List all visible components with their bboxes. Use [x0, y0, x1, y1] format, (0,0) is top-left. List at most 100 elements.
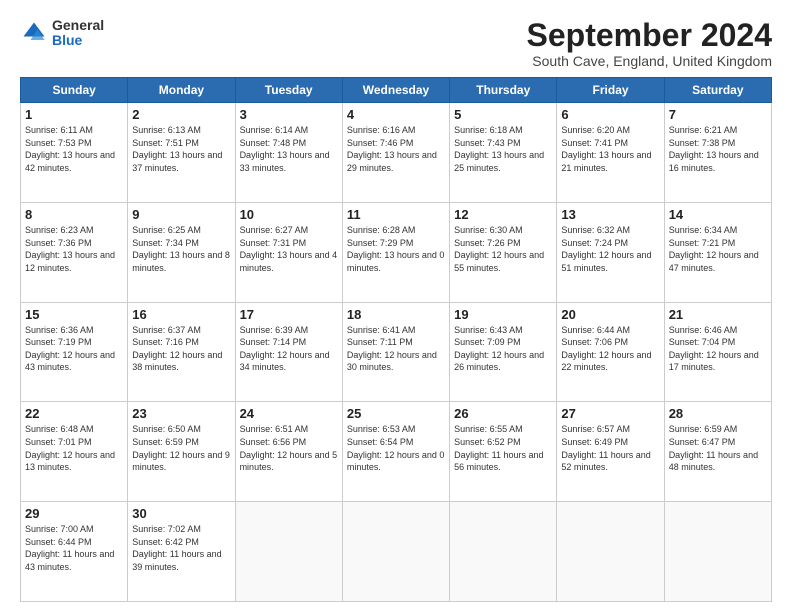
day-number: 24 [240, 406, 338, 421]
day-cell: 10 Sunrise: 6:27 AM Sunset: 7:31 PM Dayli… [235, 202, 342, 302]
day-number: 20 [561, 307, 659, 322]
day-info: Sunrise: 6:37 AM Sunset: 7:16 PM Dayligh… [132, 324, 230, 374]
day-number: 29 [25, 506, 123, 521]
week-row-5: 29Sunrise: 7:00 AM Sunset: 6:44 PM Dayli… [21, 502, 772, 602]
weekday-header-row: Sunday Monday Tuesday Wednesday Thursday… [21, 78, 772, 103]
day-cell: 13 Sunrise: 6:32 AM Sunset: 7:24 PM Dayli… [557, 202, 664, 302]
day-cell [450, 502, 557, 602]
day-info: Sunrise: 6:20 AM Sunset: 7:41 PM Dayligh… [561, 124, 659, 174]
header-sunday: Sunday [21, 78, 128, 103]
day-cell: 3 Sunrise: 6:14 AM Sunset: 7:48 PM Daylig… [235, 103, 342, 203]
day-number: 13 [561, 207, 659, 222]
day-cell: 26 Sunrise: 6:55 AM Sunset: 6:52 PM Dayli… [450, 402, 557, 502]
day-number: 2 [132, 107, 230, 122]
day-info: Sunrise: 6:23 AM Sunset: 7:36 PM Dayligh… [25, 224, 123, 274]
header-tuesday: Tuesday [235, 78, 342, 103]
header: General Blue September 2024 South Cave, … [20, 18, 772, 69]
day-cell: 21 Sunrise: 6:46 AM Sunset: 7:04 PM Dayli… [664, 302, 771, 402]
day-number: 10 [240, 207, 338, 222]
day-info: Sunrise: 6:46 AM Sunset: 7:04 PM Dayligh… [669, 324, 767, 374]
day-cell [664, 502, 771, 602]
day-info: Sunrise: 6:51 AM Sunset: 6:56 PM Dayligh… [240, 423, 338, 473]
day-cell: 8 Sunrise: 6:23 AM Sunset: 7:36 PM Daylig… [21, 202, 128, 302]
day-info: Sunrise: 6:50 AM Sunset: 6:59 PM Dayligh… [132, 423, 230, 473]
day-number: 19 [454, 307, 552, 322]
day-cell: 2 Sunrise: 6:13 AM Sunset: 7:51 PM Daylig… [128, 103, 235, 203]
day-info: Sunrise: 6:13 AM Sunset: 7:51 PM Dayligh… [132, 124, 230, 174]
day-info: Sunrise: 6:48 AM Sunset: 7:01 PM Dayligh… [25, 423, 123, 473]
day-cell: 14Sunrise: 6:34 AM Sunset: 7:21 PM Dayli… [664, 202, 771, 302]
day-cell: 23Sunrise: 6:50 AM Sunset: 6:59 PM Dayli… [128, 402, 235, 502]
day-cell [557, 502, 664, 602]
location-subtitle: South Cave, England, United Kingdom [527, 53, 772, 69]
day-cell: 27 Sunrise: 6:57 AM Sunset: 6:49 PM Dayli… [557, 402, 664, 502]
day-cell: 16 Sunrise: 6:37 AM Sunset: 7:16 PM Dayli… [128, 302, 235, 402]
day-number: 25 [347, 406, 445, 421]
day-cell: 4Sunrise: 6:16 AM Sunset: 7:46 PM Daylig… [342, 103, 449, 203]
header-saturday: Saturday [664, 78, 771, 103]
week-row-1: 1 Sunrise: 6:11 AM Sunset: 7:53 PM Daylig… [21, 103, 772, 203]
day-number: 9 [132, 207, 230, 222]
day-number: 28 [669, 406, 767, 421]
day-number: 7 [669, 107, 767, 122]
day-cell: 19 Sunrise: 6:43 AM Sunset: 7:09 PM Dayli… [450, 302, 557, 402]
header-thursday: Thursday [450, 78, 557, 103]
day-cell [342, 502, 449, 602]
day-info: Sunrise: 6:44 AM Sunset: 7:06 PM Dayligh… [561, 324, 659, 374]
month-title: September 2024 [527, 18, 772, 53]
day-number: 3 [240, 107, 338, 122]
page: General Blue September 2024 South Cave, … [0, 0, 792, 612]
day-cell: 18Sunrise: 6:41 AM Sunset: 7:11 PM Dayli… [342, 302, 449, 402]
day-cell: 17Sunrise: 6:39 AM Sunset: 7:14 PM Dayli… [235, 302, 342, 402]
day-info: Sunrise: 6:32 AM Sunset: 7:24 PM Dayligh… [561, 224, 659, 274]
header-wednesday: Wednesday [342, 78, 449, 103]
day-info: Sunrise: 6:36 AM Sunset: 7:19 PM Dayligh… [25, 324, 123, 374]
day-info: Sunrise: 6:59 AM Sunset: 6:47 PM Dayligh… [669, 423, 767, 473]
day-number: 27 [561, 406, 659, 421]
day-info: Sunrise: 6:53 AM Sunset: 6:54 PM Dayligh… [347, 423, 445, 473]
week-row-2: 8 Sunrise: 6:23 AM Sunset: 7:36 PM Daylig… [21, 202, 772, 302]
day-info: Sunrise: 6:55 AM Sunset: 6:52 PM Dayligh… [454, 423, 552, 473]
day-info: Sunrise: 6:27 AM Sunset: 7:31 PM Dayligh… [240, 224, 338, 274]
week-row-4: 22Sunrise: 6:48 AM Sunset: 7:01 PM Dayli… [21, 402, 772, 502]
day-number: 16 [132, 307, 230, 322]
day-number: 11 [347, 207, 445, 222]
logo-icon [20, 19, 48, 47]
day-info: Sunrise: 6:14 AM Sunset: 7:48 PM Dayligh… [240, 124, 338, 174]
day-cell: 25 Sunrise: 6:53 AM Sunset: 6:54 PM Dayli… [342, 402, 449, 502]
title-block: September 2024 South Cave, England, Unit… [527, 18, 772, 69]
logo-blue-text: Blue [52, 33, 104, 48]
day-number: 8 [25, 207, 123, 222]
day-number: 6 [561, 107, 659, 122]
day-number: 1 [25, 107, 123, 122]
day-number: 14 [669, 207, 767, 222]
logo-general-text: General [52, 18, 104, 33]
logo-text: General Blue [52, 18, 104, 49]
day-info: Sunrise: 6:18 AM Sunset: 7:43 PM Dayligh… [454, 124, 552, 174]
calendar-table: Sunday Monday Tuesday Wednesday Thursday… [20, 77, 772, 602]
day-number: 17 [240, 307, 338, 322]
day-cell: 12 Sunrise: 6:30 AM Sunset: 7:26 PM Dayli… [450, 202, 557, 302]
day-info: Sunrise: 6:11 AM Sunset: 7:53 PM Dayligh… [25, 124, 123, 174]
week-row-3: 15Sunrise: 6:36 AM Sunset: 7:19 PM Dayli… [21, 302, 772, 402]
day-info: Sunrise: 6:30 AM Sunset: 7:26 PM Dayligh… [454, 224, 552, 274]
header-friday: Friday [557, 78, 664, 103]
day-cell: 9Sunrise: 6:25 AM Sunset: 7:34 PM Daylig… [128, 202, 235, 302]
day-number: 12 [454, 207, 552, 222]
day-number: 26 [454, 406, 552, 421]
day-number: 21 [669, 307, 767, 322]
day-number: 5 [454, 107, 552, 122]
day-info: Sunrise: 6:43 AM Sunset: 7:09 PM Dayligh… [454, 324, 552, 374]
day-cell: 6 Sunrise: 6:20 AM Sunset: 7:41 PM Daylig… [557, 103, 664, 203]
day-cell: 30 Sunrise: 7:02 AM Sunset: 6:42 PM Dayli… [128, 502, 235, 602]
day-number: 30 [132, 506, 230, 521]
day-cell: 11 Sunrise: 6:28 AM Sunset: 7:29 PM Dayli… [342, 202, 449, 302]
day-info: Sunrise: 6:28 AM Sunset: 7:29 PM Dayligh… [347, 224, 445, 274]
day-info: Sunrise: 6:57 AM Sunset: 6:49 PM Dayligh… [561, 423, 659, 473]
day-cell: 7 Sunrise: 6:21 AM Sunset: 7:38 PM Daylig… [664, 103, 771, 203]
day-cell: 22Sunrise: 6:48 AM Sunset: 7:01 PM Dayli… [21, 402, 128, 502]
day-info: Sunrise: 6:21 AM Sunset: 7:38 PM Dayligh… [669, 124, 767, 174]
day-cell: 5 Sunrise: 6:18 AM Sunset: 7:43 PM Daylig… [450, 103, 557, 203]
day-info: Sunrise: 7:02 AM Sunset: 6:42 PM Dayligh… [132, 523, 230, 573]
logo: General Blue [20, 18, 104, 49]
